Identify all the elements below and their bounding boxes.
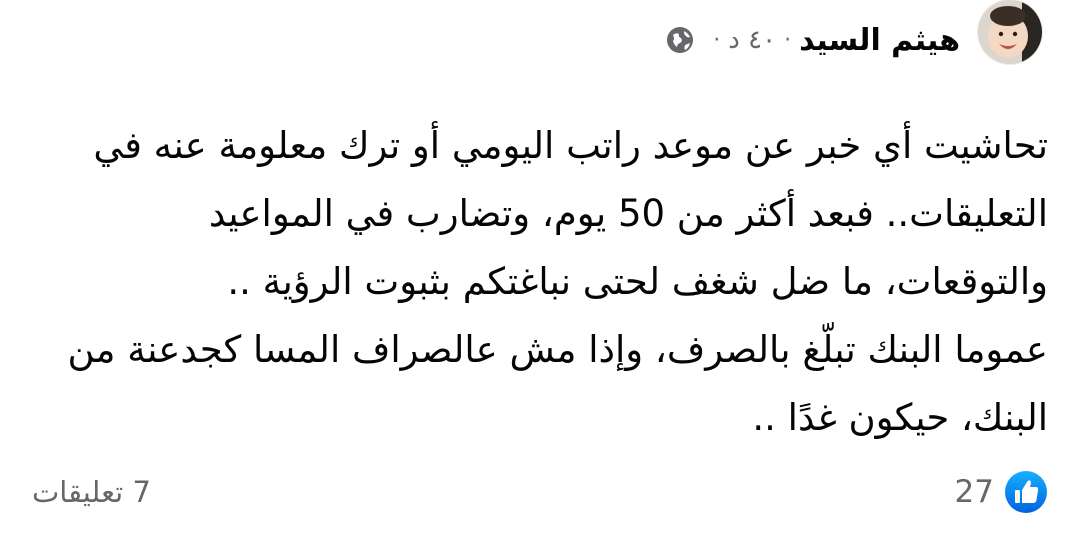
avatar-photo-icon — [978, 0, 1042, 64]
comments-count-link[interactable]: 7 تعليقات — [32, 468, 151, 516]
post-line-5: البنك، حيكون غدًا .. — [752, 396, 1048, 439]
post-line-4: عموما البنك تبلّغ بالصرف، وإذا مش عالصرا… — [67, 328, 1049, 371]
meta-separator: · — [784, 27, 792, 53]
meta-separator-2: · — [713, 27, 721, 53]
author-name[interactable]: هيثم السيد — [799, 23, 960, 58]
reaction-count: 27 — [954, 474, 994, 510]
post-header: هيثم السيد · ٤٠ د · — [665, 18, 960, 62]
reactions-summary[interactable]: 27 — [955, 468, 1048, 516]
like-reaction-icon — [1004, 470, 1048, 514]
post-timestamp[interactable]: ٤٠ د — [728, 25, 776, 55]
globe-icon[interactable] — [665, 25, 695, 55]
post-line-3: والتوقعات، ما ضل شغف لحتى نباغتكم بثبوت … — [227, 260, 1048, 303]
post-line-1: تحاشيت أي خبر عن موعد راتب اليومي أو ترك… — [93, 124, 1048, 167]
avatar[interactable] — [978, 0, 1042, 64]
post-body: تحاشيت أي خبر عن موعد راتب اليومي أو ترك… — [38, 112, 1049, 452]
facebook-post: هيثم السيد · ٤٠ د · تحاشيت أي خبر عن موع… — [0, 0, 1080, 541]
post-line-2: التعليقات.. فبعد أكثر من 50 يوم، وتضارب … — [208, 192, 1048, 235]
